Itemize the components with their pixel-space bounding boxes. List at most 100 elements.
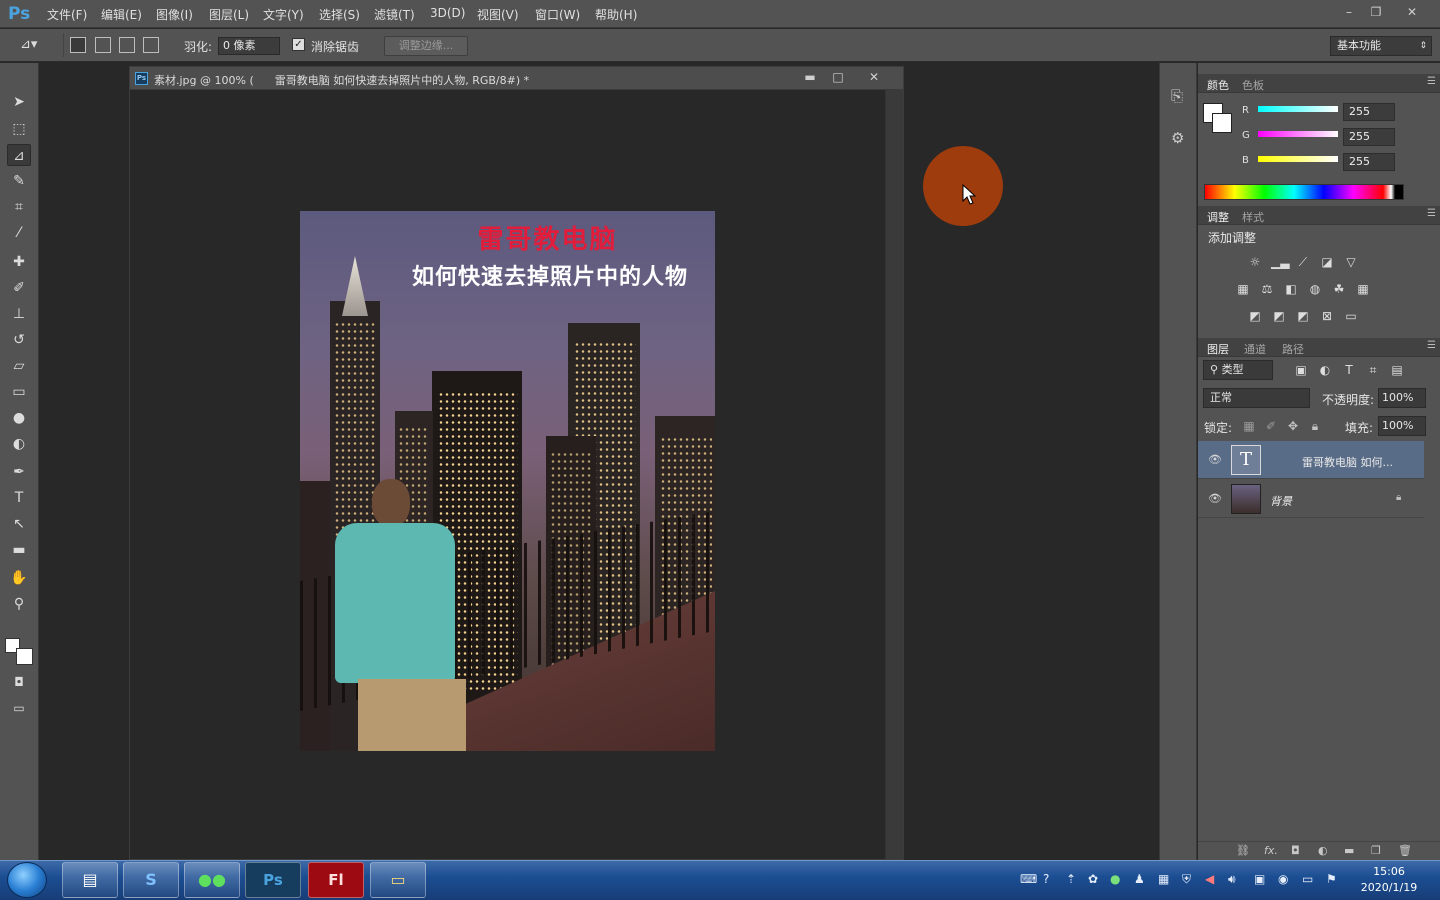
workspace-select[interactable]: 基本功能 ⇕ [1330,36,1432,56]
doc-maximize-button[interactable]: □ [826,69,850,85]
hue-saturation-icon[interactable]: ▦ [1235,281,1251,297]
lock-transparency-icon[interactable]: ▦ [1241,418,1257,434]
close-button[interactable]: ✕ [1400,4,1424,20]
clock[interactable]: 15:06 2020/1/19 [1356,864,1422,896]
layer-row-background[interactable]: 👁︎ 背景 🔒︎ [1198,480,1424,518]
tab-layers[interactable]: 图层 [1207,341,1229,357]
clone-stamp-icon[interactable]: ⊥ [7,303,31,325]
panel-menu-icon[interactable]: ☰ [1427,208,1436,219]
lock-all-icon[interactable]: 🔒︎ [1307,418,1323,434]
adjustment-layer-icon[interactable]: ◐ [1318,844,1328,857]
marquee-icon[interactable]: ⬚ [7,118,31,140]
menu-type[interactable]: 文字(Y) [263,6,304,23]
shield-tray-icon[interactable]: ⛨ [1182,872,1191,887]
r-value[interactable]: 255 [1343,103,1395,121]
eyedropper-icon[interactable]: ⁄ [7,222,31,244]
color-lookup-icon[interactable]: ▦ [1355,281,1371,297]
volume-tray-icon[interactable]: 🔊︎ [1228,872,1236,887]
screen-mode-icon[interactable]: ▭ [7,697,31,719]
new-selection-icon[interactable] [70,37,86,53]
taskbar-folder-icon[interactable]: ▭ [370,862,426,898]
add-mask-icon[interactable]: ◘ [1291,844,1300,857]
r-slider[interactable] [1258,106,1338,112]
windows-tray-icon[interactable]: ▦ [1158,872,1169,886]
blur-icon[interactable]: ● [7,407,31,429]
new-group-icon[interactable]: ▬ [1344,844,1354,857]
quick-mask-icon[interactable]: ◘ [7,671,31,693]
menu-view[interactable]: 视图(V) [477,6,519,23]
tab-color[interactable]: 颜色 [1207,77,1229,93]
restore-button[interactable]: ❐ [1364,4,1388,20]
new-layer-icon[interactable]: ❐ [1371,844,1381,857]
canvas-image[interactable]: 雷哥教电脑 如何快速去掉照片中的人物 [300,211,715,751]
blend-mode-select[interactable]: 正常 [1203,388,1310,408]
brush-icon[interactable]: ✐ [7,277,31,299]
history-panel-icon[interactable]: ⎘ [1171,87,1183,105]
pen-icon[interactable]: ✒ [7,461,31,483]
doc-close-button[interactable]: ✕ [862,69,886,85]
taskbar-wechat-icon[interactable]: ●● [184,862,240,898]
start-button[interactable] [7,862,47,898]
gradient-icon[interactable]: ▭ [7,381,31,403]
taskbar-explorer-icon[interactable]: ▤ [62,862,118,898]
menu-edit[interactable]: 编辑(E) [101,6,142,23]
layer-filter-select[interactable]: ⚲ 类型 [1203,360,1273,380]
eraser-icon[interactable]: ▱ [7,355,31,377]
curves-icon[interactable]: ⟋ [1295,254,1311,270]
posterize-icon[interactable]: ◩ [1271,308,1287,324]
path-selection-icon[interactable]: ↖ [7,513,31,535]
tab-styles[interactable]: 样式 [1242,209,1264,225]
flower-tray-icon[interactable]: ✿ [1088,872,1098,886]
polygonal-lasso-icon[interactable]: ⊿ [7,144,31,166]
filter-shape-icon[interactable]: ⌗ [1365,362,1381,378]
menu-select[interactable]: 选择(S) [319,6,360,23]
threshold-icon[interactable]: ◩ [1295,308,1311,324]
vibrance-icon[interactable]: ▽ [1343,254,1359,270]
hand-icon[interactable]: ✋ [7,567,31,589]
tab-swatches[interactable]: 色板 [1242,77,1264,93]
b-value[interactable]: 255 [1343,153,1395,171]
alert-tray-icon[interactable]: ◀ [1205,872,1214,886]
menu-window[interactable]: 窗口(W) [535,6,580,23]
background-swatch[interactable] [1212,113,1232,133]
black-white-icon[interactable]: ◧ [1283,281,1299,297]
keyboard-tray-icon[interactable]: ⌨ [1020,872,1037,886]
network-tray-icon[interactable]: ⇡ [1066,872,1076,886]
tab-channels[interactable]: 通道 [1244,341,1266,357]
link-layers-icon[interactable]: ⛓ [1236,844,1250,857]
rectangle-icon[interactable]: ▬ [7,539,31,561]
lasso-preset-icon[interactable]: ⊿▾ [20,37,48,55]
photo-filter-icon[interactable]: ◍ [1307,281,1323,297]
menu-filter[interactable]: 滤镜(T) [374,6,415,23]
tab-adjustments[interactable]: 调整 [1207,209,1229,225]
filter-smart-object-icon[interactable]: ▤ [1389,362,1405,378]
flag-tray-icon[interactable]: ⚑ [1326,872,1337,886]
taskbar-flash-button[interactable]: Fl [308,862,364,898]
brightness-icon[interactable]: ☼ [1247,254,1263,270]
menu-image[interactable]: 图像(I) [156,6,193,23]
menu-layer[interactable]: 图层(L) [209,6,249,23]
quick-selection-icon[interactable]: ✎ [7,170,31,192]
refine-edge-button[interactable]: 调整边缘... [384,36,468,56]
help-tray-icon[interactable]: ? [1043,872,1049,886]
menu-help[interactable]: 帮助(H) [595,6,637,23]
menu-file[interactable]: 文件(F) [47,6,87,23]
layer-name[interactable]: 背景 [1270,493,1292,509]
taskbar-sogou-icon[interactable]: S [123,862,179,898]
visibility-eye-icon[interactable]: 👁︎ [1208,453,1222,466]
monitor-tray-icon[interactable]: ▭ [1302,872,1313,886]
filter-type-icon[interactable]: T [1341,362,1357,378]
minimize-button[interactable]: – [1337,4,1361,20]
panel-menu-icon[interactable]: ☰ [1427,76,1436,87]
feather-input[interactable]: 0 像素 [218,37,280,55]
panel-menu-icon[interactable]: ☰ [1427,340,1436,351]
selective-color-icon[interactable]: ⊠ [1319,308,1335,324]
channel-mixer-icon[interactable]: ☘ [1331,281,1347,297]
healing-brush-icon[interactable]: ✚ [7,251,31,273]
taskbar-photoshop-button[interactable]: Ps [245,862,301,898]
zoom-icon[interactable]: ⚲ [7,593,31,615]
layer-row-text[interactable]: 👁︎ T 雷哥教电脑 如何... [1198,441,1424,479]
g-slider[interactable] [1258,131,1338,137]
display-tray-icon[interactable]: ▣ [1254,872,1265,886]
background-color-swatch[interactable] [16,648,33,665]
